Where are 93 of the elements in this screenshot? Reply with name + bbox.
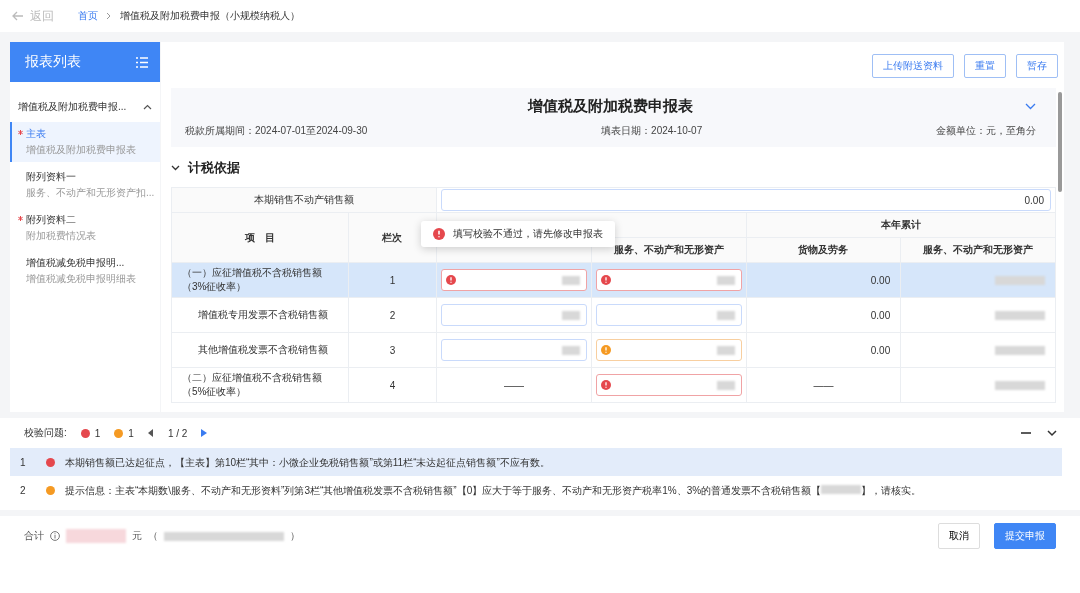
error-icon xyxy=(433,228,445,240)
table-cell: 本期销售不动产销售额 xyxy=(171,187,437,213)
alert-icon xyxy=(600,380,611,390)
group-label: 增值税及附加税费申报... xyxy=(18,100,127,114)
total-label: 合计 xyxy=(24,529,44,543)
table-cell: 增值税专用发票不含税销售额 xyxy=(171,297,349,333)
warning-count[interactable]: 1 xyxy=(114,427,134,439)
alert-icon xyxy=(600,275,611,285)
redacted-value xyxy=(716,275,735,285)
redacted-value xyxy=(561,345,580,355)
redacted-value xyxy=(716,310,735,320)
issue-number: 2 xyxy=(20,484,27,496)
error-count[interactable]: 1 xyxy=(80,427,101,439)
table-cell: 0.00 xyxy=(870,344,891,356)
item-subtitle: 增值税及附加税费申报表 xyxy=(26,143,137,157)
issue-row[interactable]: 1 本期销售额已达起征点，【主表】第10栏“其中：小微企业免税销售额”或第11栏“未达起征点销售额”不应有数。 xyxy=(10,448,1062,476)
action-button[interactable]: 上传附送资料 xyxy=(872,54,954,78)
alert-icon xyxy=(446,275,457,285)
column-header: 货物及劳务 xyxy=(746,237,901,263)
previous-icon[interactable] xyxy=(147,429,154,437)
column-header: 本年累计 xyxy=(746,212,1056,238)
action-button[interactable]: 暂存 xyxy=(1016,54,1058,78)
chevron-right-icon xyxy=(106,12,112,20)
item-subtitle: 服务、不动产和无形资产扣... xyxy=(26,186,156,200)
item-title: 增值税减免税申报明... xyxy=(26,257,125,268)
paren: ） xyxy=(290,529,300,543)
item-title: 主表 xyxy=(26,128,46,139)
issue-text: 提示信息：主表“本期数\服务、不动产和无形资料”列第3栏“其他增值税发票不含税销售额”【0】应大于等于服务、不动产和无形资产税率1%、3%的普通发票不含税销售额【 】，请核实。 xyxy=(65,483,922,497)
sidebar-item[interactable]: 增值税减免税申报明... 增值税减免税申报明细表 xyxy=(10,251,160,291)
sidebar-group[interactable]: 增值税及附加税费申报... xyxy=(10,82,160,122)
table-cell: 3 xyxy=(348,332,437,368)
sidebar-item[interactable]: 主表 增值税及附加税费申报表 xyxy=(10,122,160,162)
item-title: 附列资料一 xyxy=(26,171,76,182)
info-icon xyxy=(50,531,60,541)
table-cell: （一）应征增值税不含税销售额（3%征收率） xyxy=(171,262,349,298)
list-icon[interactable] xyxy=(136,56,148,68)
redacted-value xyxy=(716,380,735,390)
issue-row[interactable]: 2 提示信息：主表“本期数\服务、不动产和无形资料”列第3栏“其他增值税发票不含税销售额”【0】应大于等于服务、不动产和无形资产税率1%、3%的普通发票不含税销售额【 】，请核实。 xyxy=(10,476,1062,504)
table-cell: 4 xyxy=(348,367,437,403)
redacted-value xyxy=(995,345,1045,355)
table-cell: 1 xyxy=(348,262,437,298)
input-field[interactable] xyxy=(441,339,587,361)
table-cell: —— xyxy=(504,379,525,391)
arrow-left-icon xyxy=(12,11,24,21)
footer-button[interactable]: 取消 xyxy=(938,523,980,549)
fill-date: 填表日期：2024-10-07 xyxy=(601,124,703,138)
issue-text: 本期销售额已达起征点，【主表】第10栏“其中：小微企业免税销售额”或第11栏“未达起征点销售额”不应有数。 xyxy=(65,455,550,469)
table-cell: —— xyxy=(813,379,834,391)
redacted-value xyxy=(716,345,735,355)
redacted-value xyxy=(66,529,126,543)
item-subtitle: 增值税减免税申报明细表 xyxy=(26,272,137,286)
sidebar-item[interactable]: 附列资料一 服务、不动产和无形资产扣... xyxy=(10,165,160,205)
issue-number: 1 xyxy=(20,456,27,468)
footer-button[interactable]: 提交申报 xyxy=(994,523,1056,549)
form-title: 增值税及附加税费申报表 xyxy=(528,97,693,116)
input-field[interactable] xyxy=(595,339,742,361)
table-cell: （二）应征增值税不含税销售额（5%征收率） xyxy=(171,367,349,403)
input-field[interactable] xyxy=(595,374,742,396)
redacted-value xyxy=(995,275,1045,285)
item-subtitle: 附加税费情况表 xyxy=(26,229,97,243)
input-field[interactable] xyxy=(441,304,587,326)
item-title: 附列资料二 xyxy=(26,214,76,225)
alert-icon xyxy=(600,345,611,355)
chevron-icon[interactable] xyxy=(143,104,152,110)
next-icon[interactable] xyxy=(201,429,208,437)
input-field[interactable]: 0.00 xyxy=(441,189,1051,211)
amount-unit: 金额单位：元，至角分 xyxy=(936,124,1036,138)
redacted-value xyxy=(995,310,1045,320)
breadcrumb-item: 增值税及附加税费申报（小规模纳税人） xyxy=(120,9,300,23)
sidebar-item[interactable]: 附列资料二 附加税费情况表 xyxy=(10,208,160,248)
table-cell: 2 xyxy=(348,297,437,333)
action-button[interactable]: 重置 xyxy=(964,54,1006,78)
input-field[interactable] xyxy=(595,269,742,291)
redacted-value xyxy=(561,275,580,285)
unit-label: 元 xyxy=(132,529,142,543)
section-title: 计税依据 xyxy=(188,159,240,177)
input-field[interactable] xyxy=(441,269,587,291)
column-header: 项 目 xyxy=(171,212,349,263)
table-cell: 其他增值税发票不含税销售额 xyxy=(171,332,349,368)
validation-label: 校验问题: xyxy=(24,426,67,440)
chevron-down-icon[interactable] xyxy=(171,165,180,171)
redacted-value xyxy=(561,310,580,320)
table-cell: 0.00 xyxy=(870,309,891,321)
tax-period: 税款所属期间：2024-07-01至2024-09-30 xyxy=(185,124,368,138)
input-field[interactable] xyxy=(595,304,742,326)
paren: （ xyxy=(148,529,158,543)
sidebar-title: 报表列表 xyxy=(25,53,81,71)
page-indicator: 1 / 2 xyxy=(167,427,188,439)
breadcrumb-item[interactable]: 首页 xyxy=(78,9,98,23)
chevron-down-icon[interactable] xyxy=(1046,427,1058,439)
redacted-value xyxy=(995,380,1045,390)
column-header: 服务、不动产和无形资产 xyxy=(900,237,1056,263)
table-cell: 0.00 xyxy=(870,274,891,286)
